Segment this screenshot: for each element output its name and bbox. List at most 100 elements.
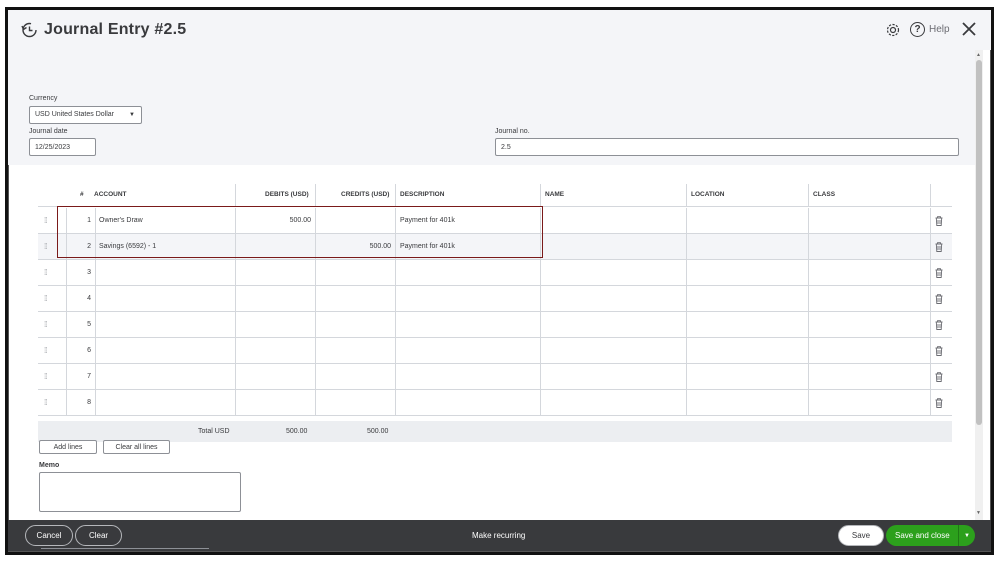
trash-icon[interactable] — [935, 372, 943, 382]
table-row[interactable]: ⁞⁞ 8 — [38, 390, 952, 416]
description-cell[interactable]: Payment for 401k — [400, 234, 535, 260]
credits-cell[interactable]: 500.00 — [318, 234, 391, 260]
close-icon[interactable] — [960, 20, 978, 38]
name-cell[interactable] — [545, 338, 680, 364]
description-cell[interactable]: Payment for 401k — [400, 208, 535, 234]
class-cell[interactable] — [813, 208, 923, 234]
account-cell[interactable] — [99, 312, 229, 338]
table-row[interactable]: ⁞⁞ 6 — [38, 338, 952, 364]
journal-date-field[interactable]: 12/25/2023 — [29, 138, 96, 156]
table-row[interactable]: ⁞⁞ 1 Owner's Draw 500.00 Payment for 401k — [38, 208, 952, 234]
debits-cell[interactable] — [238, 286, 311, 312]
help-button[interactable]: ? Help — [910, 22, 950, 37]
location-cell[interactable] — [691, 286, 801, 312]
make-recurring-link[interactable]: Make recurring — [472, 531, 525, 540]
name-cell[interactable] — [545, 364, 680, 390]
location-cell[interactable] — [691, 260, 801, 286]
history-icon[interactable] — [20, 21, 38, 39]
drag-handle-icon[interactable]: ⁞⁞ — [44, 346, 48, 355]
description-cell[interactable] — [400, 338, 535, 364]
scrollbar-thumb[interactable] — [976, 60, 982, 425]
debits-cell[interactable] — [238, 338, 311, 364]
location-cell[interactable] — [691, 338, 801, 364]
class-cell[interactable] — [813, 260, 923, 286]
account-cell[interactable] — [99, 364, 229, 390]
account-cell[interactable] — [99, 338, 229, 364]
debits-cell[interactable] — [238, 390, 311, 416]
trash-icon[interactable] — [935, 320, 943, 330]
class-cell[interactable] — [813, 286, 923, 312]
drag-handle-icon[interactable]: ⁞⁞ — [44, 242, 48, 251]
class-cell[interactable] — [813, 312, 923, 338]
caret-down-icon[interactable]: ▼ — [958, 525, 975, 546]
debits-cell[interactable] — [238, 260, 311, 286]
currency-select[interactable]: USD United States Dollar ▼ — [29, 106, 142, 124]
class-cell[interactable] — [813, 338, 923, 364]
account-cell[interactable]: Owner's Draw — [99, 208, 229, 234]
name-cell[interactable] — [545, 390, 680, 416]
drag-handle-icon[interactable]: ⁞⁞ — [44, 320, 48, 329]
debits-cell[interactable] — [238, 364, 311, 390]
name-cell[interactable] — [545, 208, 680, 234]
account-cell[interactable]: Savings (6592) - 1 — [99, 234, 229, 260]
cancel-button[interactable]: Cancel — [25, 525, 73, 546]
debits-cell[interactable] — [238, 312, 311, 338]
table-row[interactable]: ⁞⁞ 5 — [38, 312, 952, 338]
account-cell[interactable] — [99, 260, 229, 286]
credits-cell[interactable] — [318, 312, 391, 338]
location-cell[interactable] — [691, 364, 801, 390]
name-cell[interactable] — [545, 260, 680, 286]
memo-field[interactable] — [39, 472, 241, 512]
clear-button[interactable]: Clear — [75, 525, 122, 546]
table-row[interactable]: ⁞⁞ 3 — [38, 260, 952, 286]
class-cell[interactable] — [813, 234, 923, 260]
col-divider — [95, 286, 96, 311]
save-and-close-button[interactable]: Save and close ▼ — [886, 525, 975, 546]
credits-cell[interactable] — [318, 286, 391, 312]
location-cell[interactable] — [691, 312, 801, 338]
save-button[interactable]: Save — [838, 525, 884, 546]
description-cell[interactable] — [400, 312, 535, 338]
scroll-up-icon[interactable]: ▲ — [976, 52, 981, 58]
credits-cell[interactable] — [318, 260, 391, 286]
table-row[interactable]: ⁞⁞ 4 — [38, 286, 952, 312]
name-cell[interactable] — [545, 234, 680, 260]
gear-icon[interactable] — [885, 22, 901, 38]
description-cell[interactable] — [400, 364, 535, 390]
trash-icon[interactable] — [935, 294, 943, 304]
debits-cell[interactable]: 500.00 — [238, 208, 311, 234]
account-cell[interactable] — [99, 286, 229, 312]
trash-icon[interactable] — [935, 242, 943, 252]
table-row[interactable]: ⁞⁞ 7 — [38, 364, 952, 390]
class-cell[interactable] — [813, 364, 923, 390]
drag-handle-icon[interactable]: ⁞⁞ — [44, 294, 48, 303]
class-cell[interactable] — [813, 390, 923, 416]
location-cell[interactable] — [691, 234, 801, 260]
drag-handle-icon[interactable]: ⁞⁞ — [44, 372, 48, 381]
trash-icon[interactable] — [935, 216, 943, 226]
account-cell[interactable] — [99, 390, 229, 416]
clear-all-lines-button[interactable]: Clear all lines — [103, 440, 170, 454]
credits-cell[interactable] — [318, 208, 391, 234]
drag-handle-icon[interactable]: ⁞⁞ — [44, 398, 48, 407]
trash-icon[interactable] — [935, 398, 943, 408]
journal-no-field[interactable]: 2.5 — [495, 138, 959, 156]
name-cell[interactable] — [545, 312, 680, 338]
credits-cell[interactable] — [318, 364, 391, 390]
drag-handle-icon[interactable]: ⁞⁞ — [44, 268, 48, 277]
name-cell[interactable] — [545, 286, 680, 312]
trash-icon[interactable] — [935, 268, 943, 278]
credits-cell[interactable] — [318, 390, 391, 416]
location-cell[interactable] — [691, 390, 801, 416]
description-cell[interactable] — [400, 390, 535, 416]
add-lines-button[interactable]: Add lines — [39, 440, 97, 454]
credits-cell[interactable] — [318, 338, 391, 364]
table-row[interactable]: ⁞⁞ 2 Savings (6592) - 1 500.00 Payment for 4… — [38, 234, 952, 260]
trash-icon[interactable] — [935, 346, 943, 356]
debits-cell[interactable] — [238, 234, 311, 260]
description-cell[interactable] — [400, 260, 535, 286]
drag-handle-icon[interactable]: ⁞⁞ — [44, 216, 48, 225]
location-cell[interactable] — [691, 208, 801, 234]
description-cell[interactable] — [400, 286, 535, 312]
scroll-down-icon[interactable]: ▼ — [976, 510, 981, 516]
